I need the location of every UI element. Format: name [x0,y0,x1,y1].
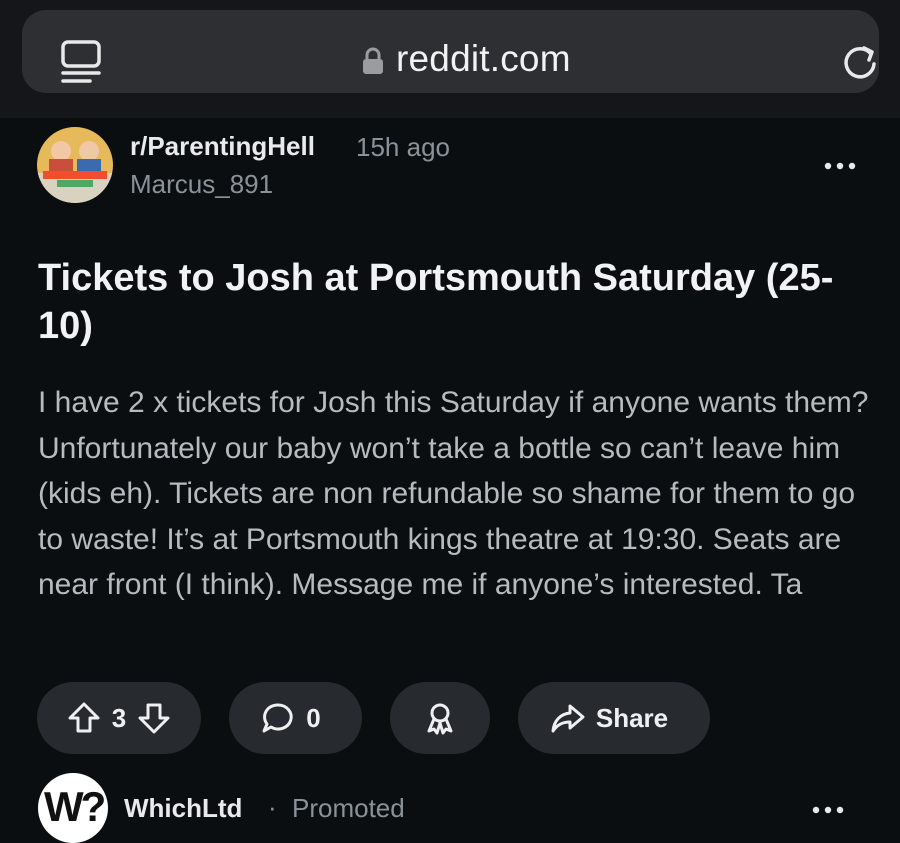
post-title[interactable]: Tickets to Josh at Portsmouth Saturday (… [38,254,868,350]
comments-button[interactable]: 0 [229,682,362,754]
reload-icon[interactable] [840,42,880,82]
vote-control: 3 [37,682,201,754]
separator-dot: · [268,792,277,822]
advertiser-logo-text: W? [44,783,106,830]
award-icon [427,703,453,735]
upvote-icon[interactable] [66,700,102,736]
url-text[interactable]: reddit.com [396,38,571,80]
address-bar[interactable]: reddit.com [22,10,879,93]
award-button[interactable] [390,682,490,754]
reader-mode-icon[interactable] [60,38,106,84]
post-body: I have 2 x tickets for Josh this Saturda… [38,386,869,602]
browser-toolbar: reddit.com [0,0,900,118]
promoted-more-options-icon[interactable] [808,800,848,820]
share-label: Share [595,702,669,733]
subreddit-name[interactable]: r/ParentingHell [130,131,315,162]
advertiser-logo[interactable]: W? [38,773,108,843]
advertiser-name[interactable]: WhichLtd [124,793,242,824]
author-name[interactable]: Marcus_891 [130,169,273,200]
lock-icon [363,47,383,74]
comment-icon [262,703,293,733]
share-button[interactable]: Share [518,682,710,754]
promoted-label: Promoted [292,793,405,823]
share-icon [551,704,585,733]
subreddit-avatar[interactable] [37,127,113,203]
more-options-icon[interactable] [820,156,860,176]
comment-count: 0 [306,702,321,733]
downvote-icon[interactable] [136,700,172,736]
post-timestamp: 15h ago [356,132,450,162]
vote-count: 3 [111,702,127,733]
